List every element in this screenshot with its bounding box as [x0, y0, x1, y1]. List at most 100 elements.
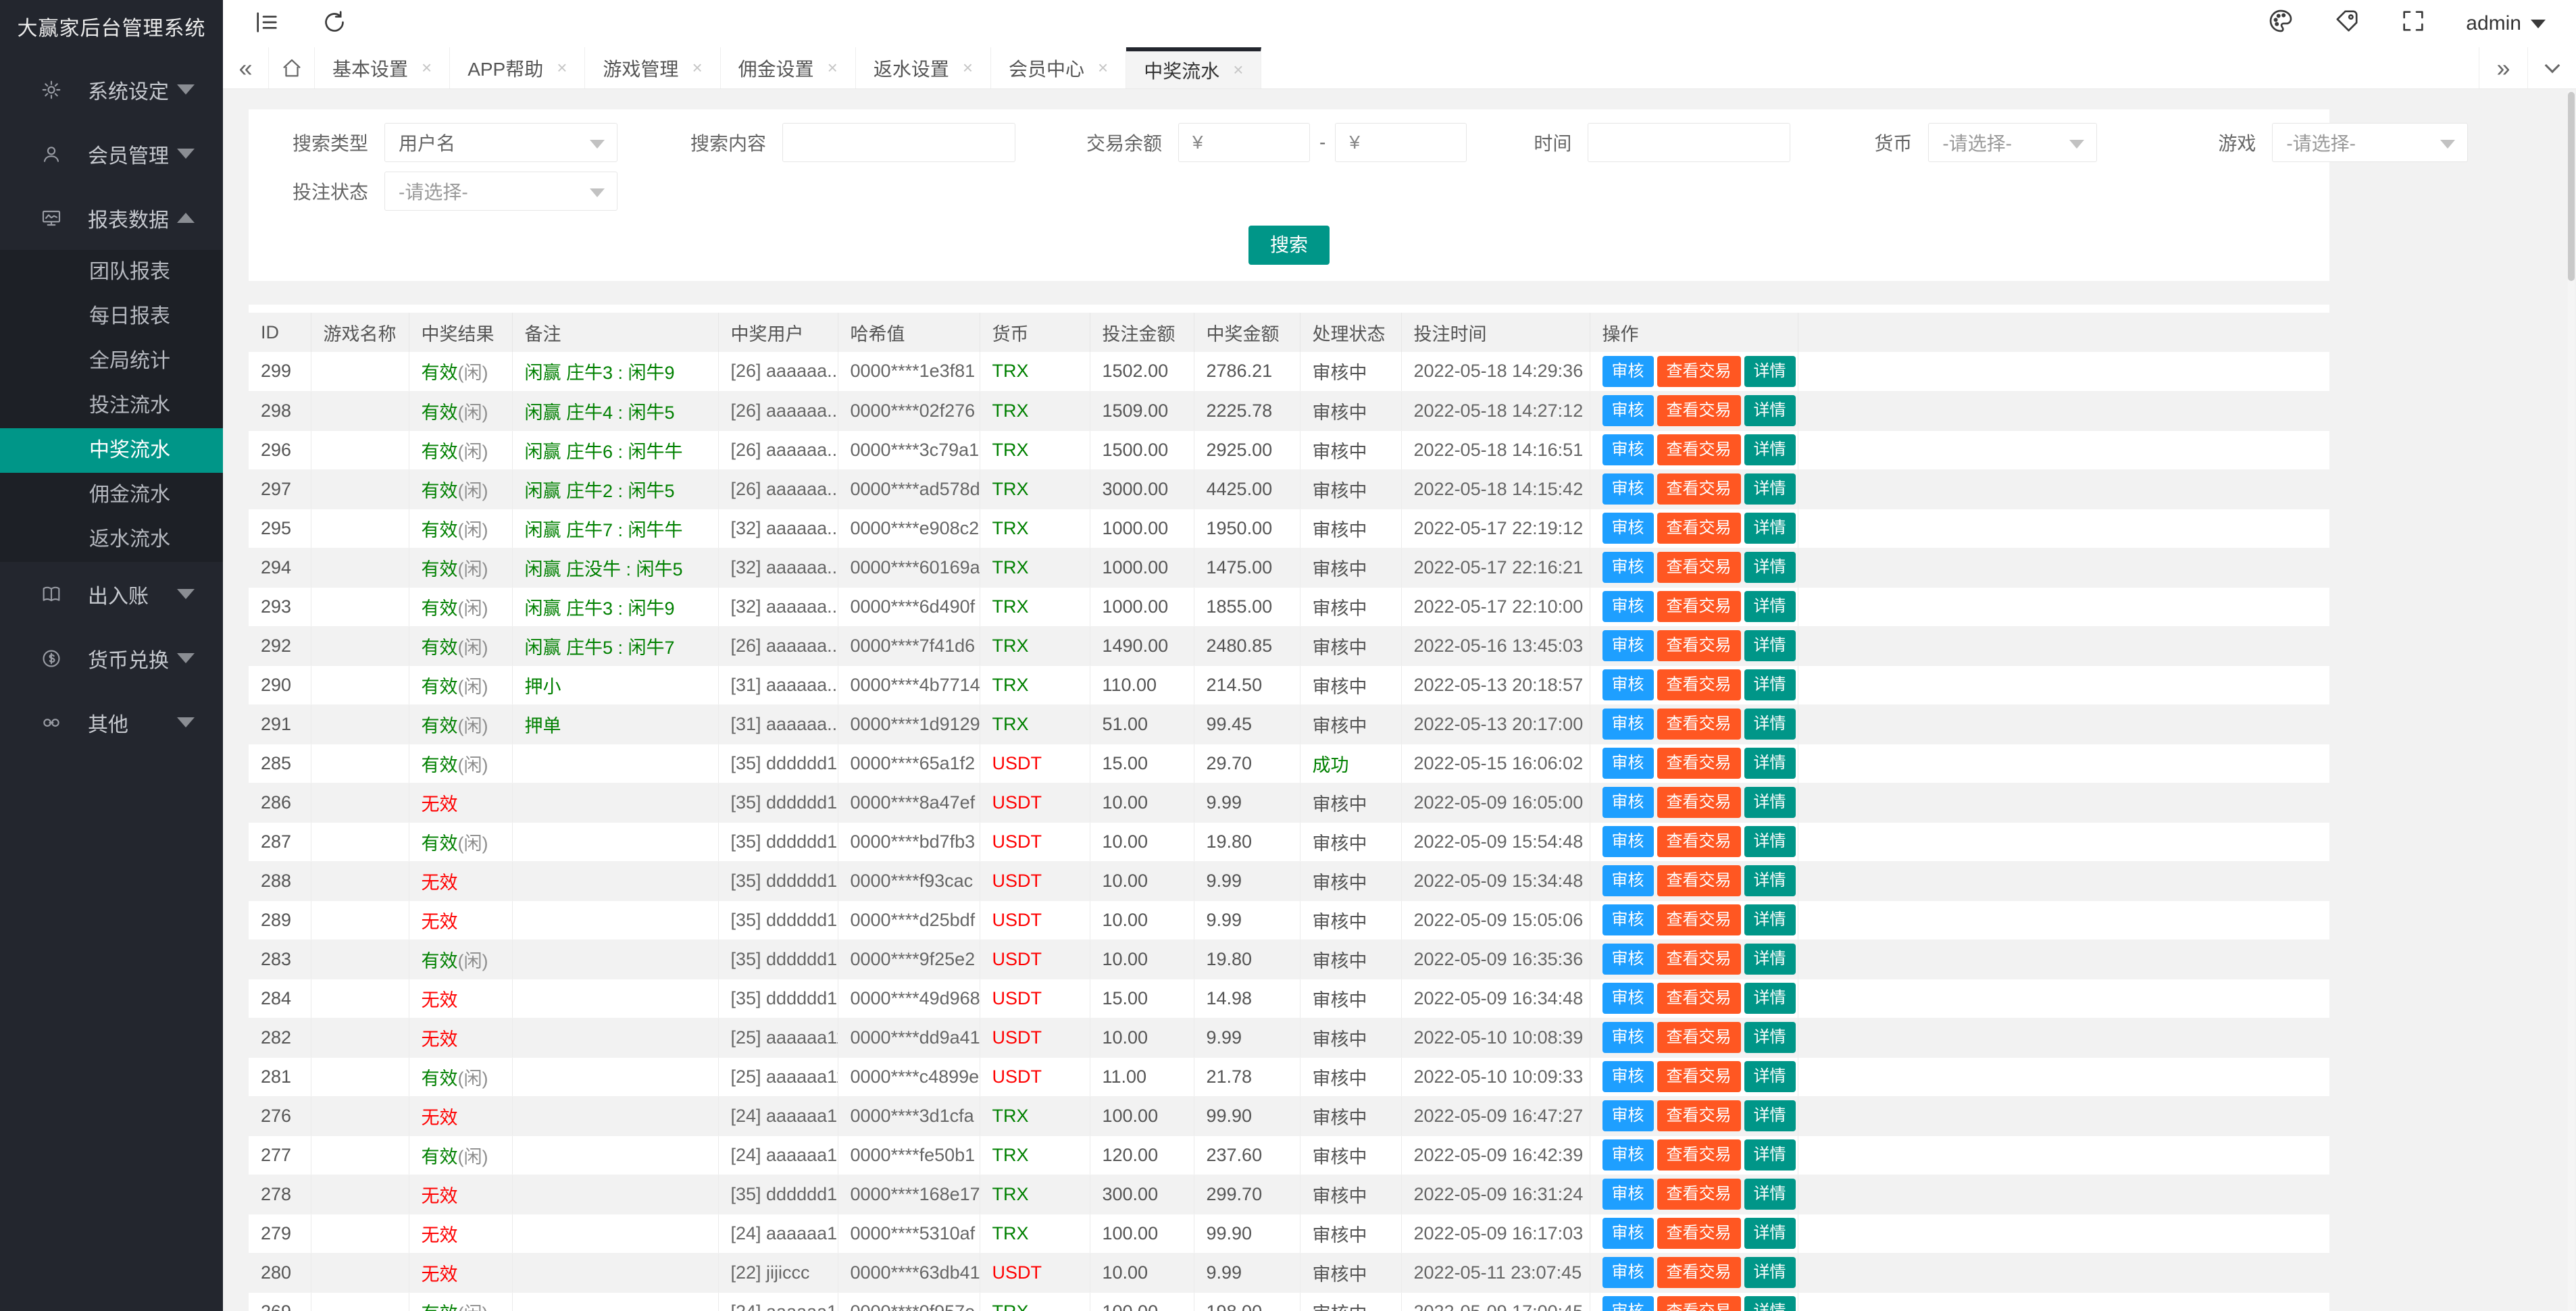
view-trade-button[interactable]: 查看交易: [1657, 787, 1741, 818]
review-button[interactable]: 审核: [1602, 983, 1654, 1014]
review-button[interactable]: 审核: [1602, 1061, 1654, 1092]
detail-button[interactable]: 详情: [1744, 748, 1796, 779]
close-icon[interactable]: ×: [1098, 57, 1108, 78]
detail-button[interactable]: 详情: [1744, 1061, 1796, 1092]
sidebar-item-exchange[interactable]: 货币兑换: [0, 626, 223, 690]
theme-palette-icon[interactable]: [2267, 7, 2294, 40]
detail-button[interactable]: 详情: [1744, 473, 1796, 505]
detail-button[interactable]: 详情: [1744, 1100, 1796, 1131]
view-trade-button[interactable]: 查看交易: [1657, 944, 1741, 975]
view-trade-button[interactable]: 查看交易: [1657, 434, 1741, 465]
detail-button[interactable]: 详情: [1744, 1022, 1796, 1053]
review-button[interactable]: 审核: [1602, 1257, 1654, 1288]
view-trade-button[interactable]: 查看交易: [1657, 552, 1741, 583]
tab-佣金设置[interactable]: 佣金设置×: [721, 47, 856, 88]
currency-select[interactable]: -请选择-: [1928, 123, 2097, 162]
tabs-scroll-left-icon[interactable]: «: [223, 47, 269, 88]
review-button[interactable]: 审核: [1602, 591, 1654, 622]
review-button[interactable]: 审核: [1602, 630, 1654, 661]
view-trade-button[interactable]: 查看交易: [1657, 395, 1741, 426]
user-menu[interactable]: admin: [2466, 12, 2546, 35]
review-button[interactable]: 审核: [1602, 709, 1654, 740]
collapse-sidebar-icon[interactable]: [253, 9, 280, 39]
detail-button[interactable]: 详情: [1744, 434, 1796, 465]
vertical-scrollbar[interactable]: [2568, 91, 2575, 1311]
view-trade-button[interactable]: 查看交易: [1657, 1100, 1741, 1131]
sidebar-item-other[interactable]: 其他: [0, 690, 223, 754]
detail-button[interactable]: 详情: [1744, 1257, 1796, 1288]
review-button[interactable]: 审核: [1602, 669, 1654, 700]
game-select[interactable]: -请选择-: [2272, 123, 2468, 162]
view-trade-button[interactable]: 查看交易: [1657, 904, 1741, 935]
sidebar-subitem-中奖流水[interactable]: 中奖流水: [0, 428, 223, 473]
tab-游戏管理[interactable]: 游戏管理×: [585, 47, 720, 88]
balance-max-field[interactable]: ¥: [1335, 123, 1467, 162]
view-trade-button[interactable]: 查看交易: [1657, 591, 1741, 622]
close-icon[interactable]: ×: [557, 57, 567, 78]
review-button[interactable]: 审核: [1602, 787, 1654, 818]
review-button[interactable]: 审核: [1602, 1218, 1654, 1249]
review-button[interactable]: 审核: [1602, 473, 1654, 505]
tab-APP帮助[interactable]: APP帮助×: [450, 47, 585, 88]
view-trade-button[interactable]: 查看交易: [1657, 826, 1741, 857]
close-icon[interactable]: ×: [963, 57, 973, 78]
sidebar-item-system[interactable]: 系统设定: [0, 57, 223, 122]
refresh-icon[interactable]: [321, 9, 348, 39]
view-trade-button[interactable]: 查看交易: [1657, 1296, 1741, 1311]
detail-button[interactable]: 详情: [1744, 826, 1796, 857]
review-button[interactable]: 审核: [1602, 865, 1654, 896]
close-icon[interactable]: ×: [828, 57, 838, 78]
balance-min-input[interactable]: [1210, 132, 1296, 153]
review-button[interactable]: 审核: [1602, 1296, 1654, 1311]
tabs-menu-icon[interactable]: [2527, 47, 2576, 88]
bet-status-select[interactable]: -请选择-: [384, 172, 617, 211]
detail-button[interactable]: 详情: [1744, 983, 1796, 1014]
detail-button[interactable]: 详情: [1744, 513, 1796, 544]
view-trade-button[interactable]: 查看交易: [1657, 1061, 1741, 1092]
tab-基本设置[interactable]: 基本设置×: [315, 47, 450, 88]
fullscreen-icon[interactable]: [2400, 7, 2427, 40]
sidebar-item-report[interactable]: 报表数据: [0, 186, 223, 250]
tab-中奖流水[interactable]: 中奖流水×: [1126, 47, 1261, 88]
search-type-select[interactable]: 用户名: [384, 123, 617, 162]
time-input[interactable]: [1602, 132, 1776, 153]
search-button[interactable]: 搜索: [1248, 226, 1330, 265]
review-button[interactable]: 审核: [1602, 513, 1654, 544]
detail-button[interactable]: 详情: [1744, 1139, 1796, 1171]
sidebar-subitem-团队报表[interactable]: 团队报表: [0, 250, 223, 294]
view-trade-button[interactable]: 查看交易: [1657, 1257, 1741, 1288]
home-tab[interactable]: [269, 47, 315, 88]
detail-button[interactable]: 详情: [1744, 669, 1796, 700]
view-trade-button[interactable]: 查看交易: [1657, 1179, 1741, 1210]
detail-button[interactable]: 详情: [1744, 356, 1796, 387]
close-icon[interactable]: ×: [692, 57, 702, 78]
view-trade-button[interactable]: 查看交易: [1657, 1022, 1741, 1053]
review-button[interactable]: 审核: [1602, 826, 1654, 857]
balance-max-input[interactable]: [1367, 132, 1453, 153]
tag-icon[interactable]: [2333, 7, 2360, 40]
close-icon[interactable]: ×: [422, 57, 432, 78]
view-trade-button[interactable]: 查看交易: [1657, 709, 1741, 740]
detail-button[interactable]: 详情: [1744, 787, 1796, 818]
search-content-field[interactable]: [782, 123, 1015, 162]
review-button[interactable]: 审核: [1602, 904, 1654, 935]
detail-button[interactable]: 详情: [1744, 1179, 1796, 1210]
detail-button[interactable]: 详情: [1744, 904, 1796, 935]
detail-button[interactable]: 详情: [1744, 630, 1796, 661]
review-button[interactable]: 审核: [1602, 356, 1654, 387]
detail-button[interactable]: 详情: [1744, 865, 1796, 896]
detail-button[interactable]: 详情: [1744, 395, 1796, 426]
search-content-input[interactable]: [797, 132, 1001, 153]
detail-button[interactable]: 详情: [1744, 1218, 1796, 1249]
sidebar-subitem-全局统计[interactable]: 全局统计: [0, 339, 223, 384]
view-trade-button[interactable]: 查看交易: [1657, 748, 1741, 779]
review-button[interactable]: 审核: [1602, 748, 1654, 779]
sidebar-subitem-每日报表[interactable]: 每日报表: [0, 294, 223, 339]
tab-会员中心[interactable]: 会员中心×: [991, 47, 1126, 88]
time-field[interactable]: [1588, 123, 1790, 162]
sidebar-item-member[interactable]: 会员管理: [0, 122, 223, 186]
review-button[interactable]: 审核: [1602, 552, 1654, 583]
tab-返水设置[interactable]: 返水设置×: [856, 47, 991, 88]
detail-button[interactable]: 详情: [1744, 944, 1796, 975]
view-trade-button[interactable]: 查看交易: [1657, 513, 1741, 544]
